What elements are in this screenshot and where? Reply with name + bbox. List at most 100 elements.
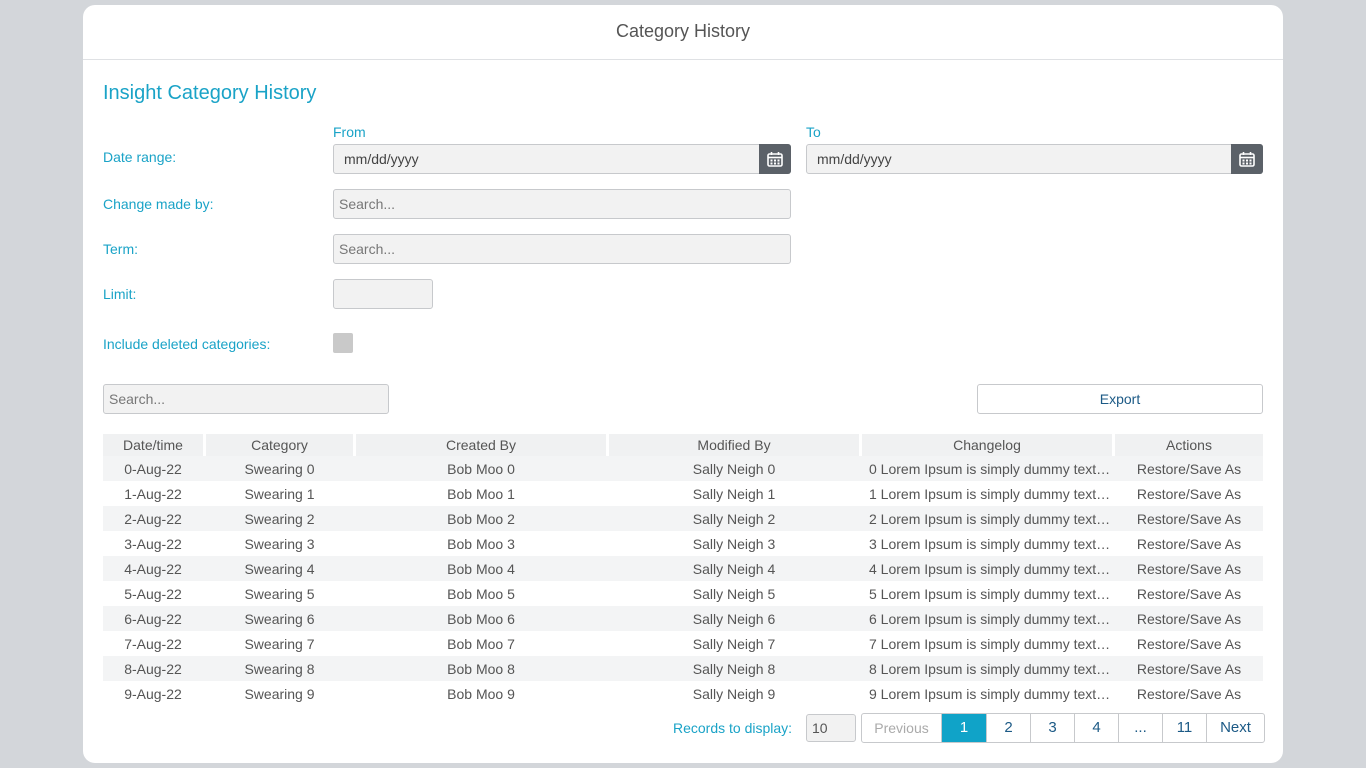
cell-modified-by: Sally Neigh 4 — [692, 560, 776, 577]
cell-category: Swearing 1 — [244, 485, 315, 502]
term-label: Term: — [103, 241, 138, 257]
to-calendar-button[interactable] — [1231, 144, 1263, 174]
to-date-value: mm/dd/yyyy — [817, 151, 892, 167]
cell-date: 7-Aug-22 — [124, 635, 182, 652]
to-label: To — [806, 124, 821, 140]
cell-modified-by: Sally Neigh 5 — [692, 585, 776, 602]
cell-changelog: 6 Lorem Ipsum is simply dummy text of th… — [869, 610, 1112, 627]
page-ellipsis: ... — [1119, 714, 1163, 742]
column-header-changelog[interactable]: Changelog — [862, 434, 1112, 456]
cell-modified-by: Sally Neigh 0 — [692, 460, 776, 477]
column-header-actions[interactable]: Actions — [1115, 434, 1263, 456]
cell-modified-by: Sally Neigh 9 — [692, 685, 776, 702]
term-input[interactable] — [334, 235, 790, 263]
cell-actions[interactable]: Restore/Save As — [1115, 611, 1263, 627]
cell-category: Swearing 2 — [244, 510, 315, 527]
page-button-11[interactable]: 11 — [1163, 714, 1207, 742]
cell-date: 6-Aug-22 — [124, 610, 182, 627]
cell-actions[interactable]: Restore/Save As — [1115, 661, 1263, 677]
cell-modified-by: Sally Neigh 8 — [692, 660, 776, 677]
cell-modified-by: Sally Neigh 3 — [692, 535, 776, 552]
limit-input[interactable] — [334, 280, 432, 308]
cell-created-by: Bob Moo 7 — [447, 635, 515, 652]
cell-category: Swearing 7 — [244, 635, 315, 652]
column-header-modified-by[interactable]: Modified By — [609, 434, 859, 456]
cell-changelog: 4 Lorem Ipsum is simply dummy text of th… — [869, 560, 1112, 577]
cell-category: Swearing 0 — [244, 460, 315, 477]
column-header-category[interactable]: Category — [206, 434, 353, 456]
cell-actions[interactable]: Restore/Save As — [1115, 586, 1263, 602]
cell-changelog: 1 Lorem Ipsum is simply dummy text of th… — [869, 485, 1112, 502]
page-button-2[interactable]: 2 — [987, 714, 1031, 742]
records-to-display-select[interactable]: 10 — [806, 714, 856, 742]
cell-created-by: Bob Moo 3 — [447, 535, 515, 552]
table-row[interactable]: 7-Aug-22 Swearing 7 Bob Moo 7 Sally Neigh 7… — [103, 631, 1263, 656]
table-row[interactable]: 3-Aug-22 Swearing 3 Bob Moo 3 Sally Neigh 3… — [103, 531, 1263, 556]
category-history-modal: Category History Insight Category Histor… — [83, 5, 1283, 763]
table-row[interactable]: 0-Aug-22 Swearing 0 Bob Moo 0 Sally Neigh 0… — [103, 456, 1263, 481]
table-body: 0-Aug-22 Swearing 0 Bob Moo 0 Sally Neigh 0… — [103, 456, 1263, 706]
column-header-date[interactable]: Date/time — [103, 434, 203, 456]
changed-by-field[interactable] — [333, 189, 791, 219]
table-search-field[interactable] — [103, 384, 389, 414]
page-button-1[interactable]: 1 — [942, 714, 987, 742]
table-row[interactable]: 2-Aug-22 Swearing 2 Bob Moo 2 Sally Neigh 2… — [103, 506, 1263, 531]
cell-created-by: Bob Moo 9 — [447, 685, 515, 702]
cell-changelog: 0 Lorem Ipsum is simply dummy text of th… — [869, 460, 1112, 477]
cell-created-by: Bob Moo 1 — [447, 485, 515, 502]
cell-created-by: Bob Moo 0 — [447, 460, 515, 477]
next-page-button[interactable]: Next — [1207, 714, 1264, 742]
calendar-icon — [767, 152, 783, 167]
table-search-input[interactable] — [104, 385, 388, 413]
cell-created-by: Bob Moo 8 — [447, 660, 515, 677]
table-row[interactable]: 4-Aug-22 Swearing 4 Bob Moo 4 Sally Neigh 4… — [103, 556, 1263, 581]
cell-actions[interactable]: Restore/Save As — [1115, 561, 1263, 577]
cell-changelog: 5 Lorem Ipsum is simply dummy text of th… — [869, 585, 1112, 602]
modal-title: Category History — [83, 5, 1283, 60]
term-field[interactable] — [333, 234, 791, 264]
cell-actions[interactable]: Restore/Save As — [1115, 636, 1263, 652]
from-date-input[interactable]: mm/dd/yyyy — [333, 144, 791, 174]
export-button[interactable]: Export — [977, 384, 1263, 414]
table-row[interactable]: 1-Aug-22 Swearing 1 Bob Moo 1 Sally Neigh 1… — [103, 481, 1263, 506]
cell-date: 5-Aug-22 — [124, 585, 182, 602]
cell-actions[interactable]: Restore/Save As — [1115, 686, 1263, 702]
cell-date: 9-Aug-22 — [124, 685, 182, 702]
cell-actions[interactable]: Restore/Save As — [1115, 511, 1263, 527]
section-title: Insight Category History — [103, 82, 317, 104]
previous-page-button[interactable]: Previous — [862, 714, 942, 742]
column-header-created-by[interactable]: Created By — [356, 434, 606, 456]
from-calendar-button[interactable] — [759, 144, 791, 174]
cell-category: Swearing 4 — [244, 560, 315, 577]
page-button-4[interactable]: 4 — [1075, 714, 1119, 742]
table-row[interactable]: 9-Aug-22 Swearing 9 Bob Moo 9 Sally Neigh 9… — [103, 681, 1263, 706]
to-date-input[interactable]: mm/dd/yyyy — [806, 144, 1263, 174]
cell-modified-by: Sally Neigh 7 — [692, 635, 776, 652]
include-deleted-checkbox[interactable] — [333, 333, 353, 353]
table-header: Date/time Category Created By Modified B… — [103, 434, 1263, 456]
table-row[interactable]: 5-Aug-22 Swearing 5 Bob Moo 5 Sally Neigh 5… — [103, 581, 1263, 606]
cell-modified-by: Sally Neigh 1 — [692, 485, 776, 502]
cell-category: Swearing 8 — [244, 660, 315, 677]
cell-created-by: Bob Moo 4 — [447, 560, 515, 577]
page-button-3[interactable]: 3 — [1031, 714, 1075, 742]
cell-actions[interactable]: Restore/Save As — [1115, 461, 1263, 477]
from-label: From — [333, 124, 366, 140]
limit-field[interactable] — [333, 279, 433, 309]
table-row[interactable]: 8-Aug-22 Swearing 8 Bob Moo 8 Sally Neigh 8… — [103, 656, 1263, 681]
cell-actions[interactable]: Restore/Save As — [1115, 486, 1263, 502]
cell-changelog: 8 Lorem Ipsum is simply dummy text of th… — [869, 660, 1112, 677]
cell-changelog: 2 Lorem Ipsum is simply dummy text of th… — [869, 510, 1112, 527]
date-range-label: Date range: — [103, 149, 177, 165]
changed-by-input[interactable] — [334, 190, 790, 218]
cell-category: Swearing 5 — [244, 585, 315, 602]
cell-date: 3-Aug-22 — [124, 535, 182, 552]
table-row[interactable]: 6-Aug-22 Swearing 6 Bob Moo 6 Sally Neigh 6… — [103, 606, 1263, 631]
from-date-value: mm/dd/yyyy — [344, 151, 419, 167]
cell-actions[interactable]: Restore/Save As — [1115, 536, 1263, 552]
calendar-icon — [1239, 152, 1255, 167]
cell-date: 1-Aug-22 — [124, 485, 182, 502]
pagination: Previous 1 2 3 4 ... 11 Next — [861, 713, 1265, 743]
cell-category: Swearing 9 — [244, 685, 315, 702]
include-deleted-label: Include deleted categories: — [103, 336, 271, 352]
